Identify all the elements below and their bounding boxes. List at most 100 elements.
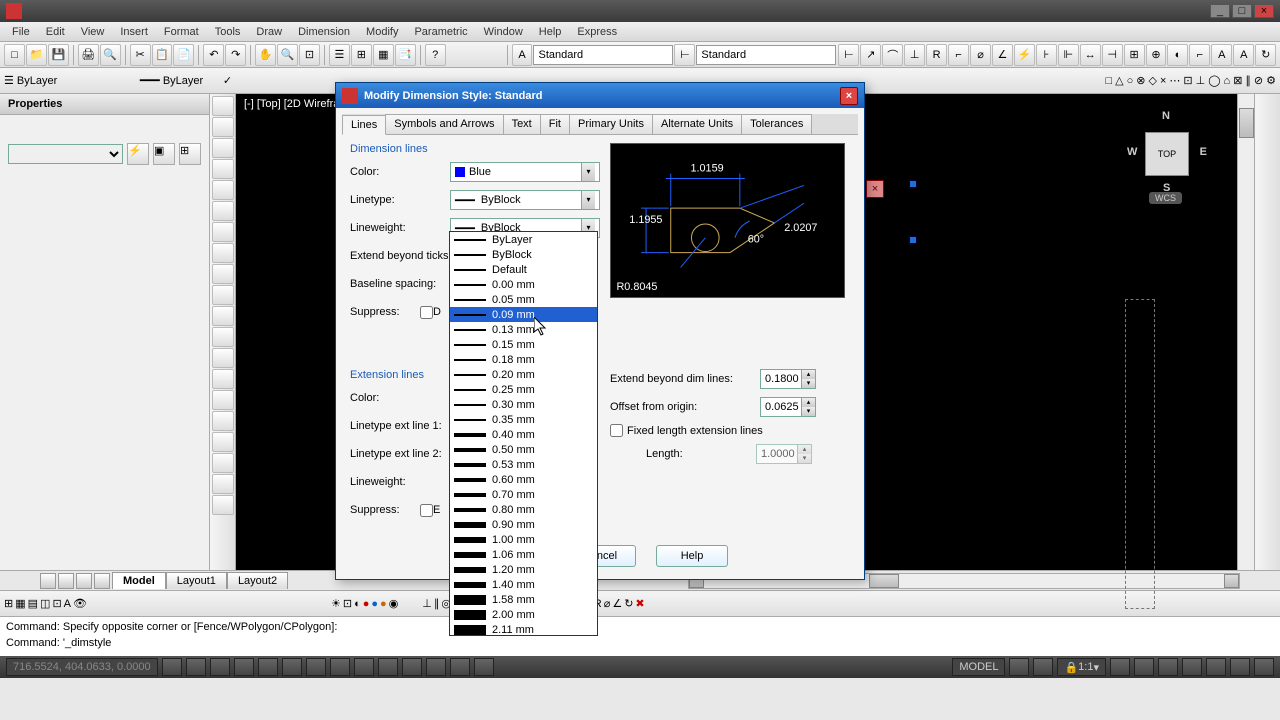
tab-prev-button[interactable] [58,573,74,589]
lineweight-option[interactable]: 0.15 mm [450,337,597,352]
menu-parametric[interactable]: Parametric [406,24,475,40]
offset-origin-spinner[interactable]: 0.0625 ▴▾ [760,397,816,417]
revision-cloud-button[interactable] [212,243,234,263]
block-attr-button[interactable]: A [64,598,71,610]
render-button[interactable]: ☀ [331,597,341,610]
constraint-collinear-button[interactable]: ∥ [434,597,440,610]
realistic-button[interactable]: ● [363,598,370,610]
ducs-button[interactable] [330,658,350,676]
block-table-button[interactable]: ▤ [28,597,38,610]
region-button[interactable] [212,432,234,452]
tab-primary-units[interactable]: Primary Units [569,114,653,134]
paste-button[interactable]: 📄 [173,44,194,66]
block-visibility-button[interactable]: 👁 [73,597,87,610]
suppress-ext1-checkbox[interactable] [420,504,433,517]
suppress-dim1-checkbox[interactable] [420,306,433,319]
lineweight-option[interactable]: 1.40 mm [450,577,597,592]
hatch-button[interactable] [212,390,234,410]
block-editor-button[interactable]: ⊞ [4,597,13,610]
lineweight-option[interactable]: 1.58 mm [450,592,597,607]
close-button[interactable]: × [1254,4,1274,18]
block-param-button[interactable]: ◫ [40,597,50,610]
tab-symbols-arrows[interactable]: Symbols and Arrows [385,114,503,134]
dim-continue-button[interactable]: ⊩ [1058,44,1079,66]
make-current-button[interactable]: ✓ [223,74,232,87]
quick-select-button[interactable]: ⚡ [127,143,149,165]
constraint-convert-button[interactable]: ↻ [624,597,633,610]
polar-button[interactable] [234,658,254,676]
toolbar-lock-button[interactable] [1182,658,1202,676]
menu-view[interactable]: View [73,24,113,40]
copy-button[interactable]: 📋 [152,44,173,66]
menu-modify[interactable]: Modify [358,24,406,40]
menu-draw[interactable]: Draw [248,24,290,40]
menu-edit[interactable]: Edit [38,24,73,40]
lineweight-option[interactable]: ByLayer [450,232,597,247]
osnap-extension[interactable]: ⋯ [1169,74,1180,87]
ortho-button[interactable] [210,658,230,676]
osnap-parallel[interactable]: ∥ [1245,74,1251,87]
save-button[interactable]: 💾 [48,44,69,66]
arc-button[interactable] [212,201,234,221]
osnap-nearest[interactable]: ⌂ [1224,75,1231,87]
cut-button[interactable]: ✂ [130,44,151,66]
dim-tedit-button[interactable]: A [1233,44,1254,66]
osnap-center[interactable]: ○ [1127,75,1134,87]
osnap-intersection[interactable]: × [1160,75,1166,87]
lineweight-option[interactable]: ByBlock [450,247,597,262]
workspace-switching-button[interactable] [1158,658,1178,676]
tpy-button[interactable] [402,658,422,676]
linetype-combo[interactable]: ━━━ ByLayer [140,74,220,87]
insert-block-button[interactable] [212,327,234,347]
tab-fit[interactable]: Fit [540,114,570,134]
lineweight-option[interactable]: 0.00 mm [450,277,597,292]
viewcube-east[interactable]: E [1200,146,1207,158]
autoscale-button[interactable] [1134,658,1154,676]
print-button[interactable]: 🖨 [78,44,99,66]
text-style-combo[interactable]: Standard [533,45,673,65]
tab-lines[interactable]: Lines [342,115,386,135]
layout2-tab[interactable]: Layout2 [227,572,288,589]
osnap-perpendicular[interactable]: ⊥ [1196,74,1206,87]
mtext-button[interactable] [212,474,234,494]
dim-ordinate-button[interactable]: ⊥ [904,44,925,66]
center-mark-button[interactable]: ⊕ [1146,44,1167,66]
block-action-button[interactable]: ⊡ [52,597,61,610]
menu-tools[interactable]: Tools [207,24,249,40]
toggle-pickadd-button[interactable]: ⊞ [179,143,201,165]
line-button[interactable] [212,96,234,116]
scrollbar-thumb[interactable] [1239,108,1254,138]
redo-button[interactable]: ↷ [225,44,246,66]
conceptual-button[interactable]: ● [371,598,378,610]
ellipse-arc-button[interactable] [212,306,234,326]
lineweight-option[interactable]: 0.53 mm [450,457,597,472]
model-tab[interactable]: Model [112,572,166,589]
spline-button[interactable] [212,264,234,284]
point-button[interactable] [212,369,234,389]
lineweight-option[interactable]: 1.00 mm [450,532,597,547]
osnap-settings[interactable]: ⚙ [1266,74,1276,87]
layer-combo[interactable]: ByLayer [17,75,137,87]
shaded-button[interactable]: ● [380,598,387,610]
tool-palettes-button[interactable]: ▦ [373,44,394,66]
menu-window[interactable]: Window [476,24,531,40]
properties-button[interactable]: ☰ [329,44,350,66]
clean-screen-button[interactable] [1254,658,1274,676]
osnap-midpoint[interactable]: △ [1115,74,1123,87]
dialog-close-button[interactable]: × [840,87,858,105]
dim-edit-button[interactable]: A [1211,44,1232,66]
lineweight-option[interactable]: 0.35 mm [450,412,597,427]
lineweight-option[interactable]: 0.18 mm [450,352,597,367]
select-objects-button[interactable]: ▣ [153,143,175,165]
dim-diameter-button[interactable]: ⌀ [970,44,991,66]
tab-next-button[interactable] [76,573,92,589]
construction-line-button[interactable] [212,117,234,137]
block-authoring-button[interactable]: ▦ [15,597,25,610]
viewcube[interactable]: N W E S TOP WCS [1127,104,1207,204]
osnap-node[interactable]: ⊗ [1136,74,1145,87]
isolate-objects-button[interactable] [1230,658,1250,676]
rectangle-button[interactable] [212,180,234,200]
lineweight-option[interactable]: 1.06 mm [450,547,597,562]
dialog-title-bar[interactable]: Modify Dimension Style: Standard × [336,83,864,108]
lineweight-option[interactable]: 0.70 mm [450,487,597,502]
